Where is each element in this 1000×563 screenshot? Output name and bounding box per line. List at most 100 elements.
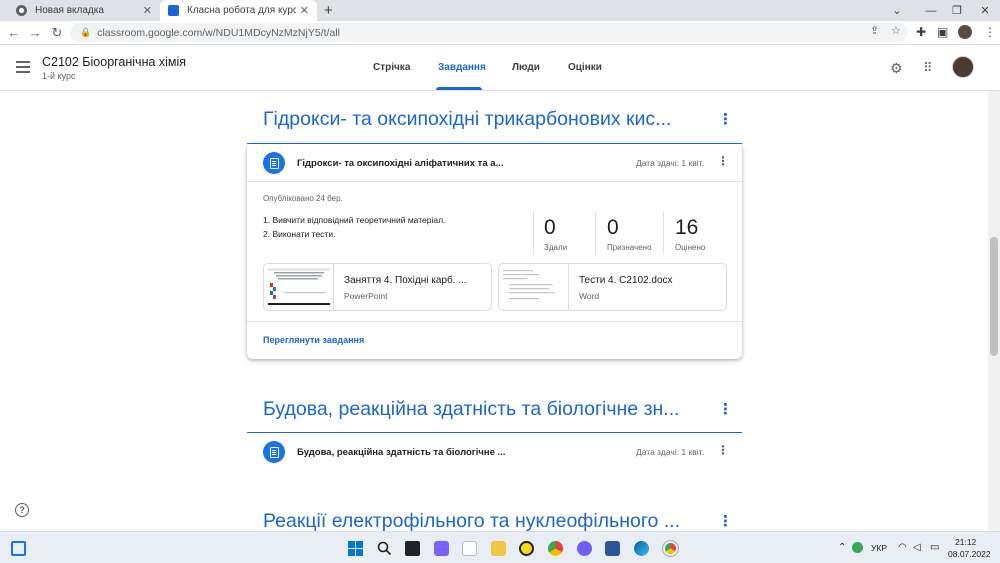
forward-icon[interactable]: →	[27, 25, 43, 40]
assignment-icon	[263, 441, 285, 463]
chrome-icon[interactable]	[548, 541, 563, 556]
word-thumbnail	[499, 264, 569, 310]
windows-start-icon[interactable]	[348, 541, 363, 556]
new-tab-button[interactable]: +	[324, 2, 333, 19]
classroom-header: C2102 Біоорганічна хімія 1-й курс Стрічк…	[0, 45, 1000, 91]
browser-tab-classroom[interactable]: Класна робота для курсу "C2102 ✕	[160, 0, 317, 21]
wifi-icon[interactable]: ◠	[898, 542, 907, 553]
powerpoint-thumbnail	[264, 264, 334, 310]
back-icon[interactable]: ←	[6, 25, 22, 40]
assignment-title[interactable]: Будова, реакційна здатність та біологічн…	[297, 447, 506, 458]
instruction-line: 1. Вивчити відповідний теоретичний матер…	[263, 215, 446, 225]
attachment-type: PowerPoint	[344, 291, 388, 301]
extensions-icon[interactable]: ✚	[916, 25, 926, 39]
tray-app-icon[interactable]	[852, 542, 863, 553]
stat-assigned-count[interactable]: 0	[607, 216, 619, 240]
topic-more-icon[interactable]: ⋮	[718, 110, 733, 128]
attachment-powerpoint[interactable]: Заняття 4. Похідні карб. ... PowerPoint	[263, 263, 492, 311]
main-menu-icon[interactable]	[16, 61, 30, 76]
topic-title: Будова, реакційна здатність та біологічн…	[263, 398, 680, 420]
teams-chat-icon[interactable]	[434, 541, 449, 556]
clock-date[interactable]: 08.07.2022	[948, 549, 991, 559]
close-tab-icon[interactable]: ✕	[143, 4, 152, 17]
chrome-menu-icon[interactable]: ⋮	[984, 25, 996, 39]
assignment-more-icon[interactable]: ⋮	[717, 154, 729, 168]
word-icon[interactable]	[605, 541, 620, 556]
assignment-due-date: Дата здачі: 1 квіт.	[636, 447, 704, 457]
scrollbar-thumb[interactable]	[990, 237, 998, 356]
attachment-word[interactable]: Тести 4. С2102.docx Word	[498, 263, 727, 311]
card-divider	[247, 181, 742, 182]
assignment-title[interactable]: Гідрокси- та оксипохідні аліфатичних та …	[297, 158, 503, 169]
app-icon[interactable]	[519, 541, 534, 556]
assignment-card-expanded: Гідрокси- та оксипохідні аліфатичних та …	[247, 143, 742, 359]
viber-icon[interactable]	[577, 541, 592, 556]
help-icon[interactable]: ?	[15, 503, 29, 517]
card-divider	[247, 321, 742, 322]
close-window-button[interactable]: ✕	[968, 0, 1000, 21]
stat-graded-count[interactable]: 16	[675, 216, 698, 240]
active-tab-indicator	[436, 87, 482, 90]
browser-toolbar: ← → ↻ 🔒 classroom.google.com/w/NDU1MDcyN…	[0, 21, 1000, 45]
apps-grid-icon[interactable]: ⠿	[923, 60, 933, 76]
stat-divider	[595, 212, 596, 254]
windows-taskbar: ⌃ УКР ◠ ◁ ▭ 21:12 08.07.2022	[0, 531, 1000, 563]
attachment-type: Word	[579, 291, 600, 301]
assignment-due-date: Дата здачі: 1 квіт.	[636, 158, 704, 168]
close-tab-icon[interactable]: ✕	[300, 4, 309, 17]
clock-time[interactable]: 21:12	[955, 537, 976, 547]
assignment-icon	[263, 152, 285, 174]
tab-people[interactable]: Люди	[512, 62, 540, 73]
topic-title: Реакції електрофільного та нуклеофільног…	[263, 510, 681, 532]
topic-title: Гідрокси- та оксипохідні трикарбонових к…	[263, 108, 672, 130]
task-view-icon[interactable]	[405, 541, 420, 556]
view-assignment-link[interactable]: Переглянути завдання	[263, 335, 364, 345]
topic-divider	[247, 143, 742, 144]
browser-tab-new[interactable]: Новая вкладка ✕	[8, 0, 160, 21]
topic-more-icon[interactable]: ⋮	[718, 400, 733, 418]
class-section: 1-й курс	[42, 71, 76, 81]
stat-turned-in-label: Здали	[544, 243, 568, 252]
published-date: Опубліковано 24 бер.	[263, 194, 343, 203]
share-icon[interactable]: ⇪	[870, 24, 879, 37]
chrome-icon	[16, 5, 27, 16]
assignment-more-icon[interactable]: ⋮	[717, 443, 729, 457]
volume-icon[interactable]: ◁	[913, 542, 921, 553]
browser-tab-strip: Новая вкладка ✕ Класна робота для курсу …	[0, 0, 1000, 21]
tab-search-icon[interactable]: ⌄	[880, 0, 914, 21]
settings-gear-icon[interactable]: ⚙	[890, 60, 903, 77]
attachment-name: Тести 4. С2102.docx	[579, 275, 673, 286]
tab-title: Класна робота для курсу "C2102	[187, 5, 296, 16]
stat-graded-label: Оцінено	[675, 243, 706, 252]
stat-assigned-label: Призначено	[607, 243, 652, 252]
stat-divider	[663, 212, 664, 254]
reload-icon[interactable]: ↻	[49, 25, 65, 41]
class-title[interactable]: C2102 Біоорганічна хімія	[42, 55, 186, 69]
stat-divider	[533, 212, 534, 254]
battery-icon[interactable]: ▭	[930, 542, 939, 553]
lock-icon[interactable]: 🔒	[80, 27, 91, 38]
widgets-icon[interactable]	[11, 541, 26, 556]
search-icon[interactable]	[377, 541, 392, 556]
tab-grades[interactable]: Оцінки	[568, 62, 602, 73]
topic-more-icon[interactable]: ⋮	[718, 512, 733, 530]
file-explorer-icon[interactable]	[491, 541, 506, 556]
tab-stream[interactable]: Стрічка	[373, 62, 410, 73]
edge-icon[interactable]	[634, 541, 649, 556]
stat-turned-in-count[interactable]: 0	[544, 216, 556, 240]
language-indicator[interactable]: УКР	[871, 543, 887, 553]
user-avatar[interactable]	[952, 56, 974, 78]
side-panel-icon[interactable]: ▣	[937, 25, 948, 39]
profile-avatar[interactable]	[958, 25, 972, 39]
settings-app-icon[interactable]	[462, 541, 477, 556]
bookmark-star-icon[interactable]: ☆	[891, 24, 901, 37]
tab-classwork[interactable]: Завдання	[438, 62, 486, 73]
tab-title: Новая вкладка	[35, 5, 104, 16]
topic-divider	[247, 432, 742, 433]
classroom-icon	[168, 5, 179, 16]
chrome-active-icon[interactable]	[662, 540, 679, 557]
attachment-name: Заняття 4. Похідні карб. ...	[344, 275, 467, 286]
address-bar[interactable]: 🔒 classroom.google.com/w/NDU1MDcyNzMzNjY…	[70, 23, 908, 42]
url-text: classroom.google.com/w/NDU1MDcyNzMzNjY5/…	[97, 26, 340, 39]
show-hidden-icons[interactable]: ⌃	[838, 542, 846, 553]
